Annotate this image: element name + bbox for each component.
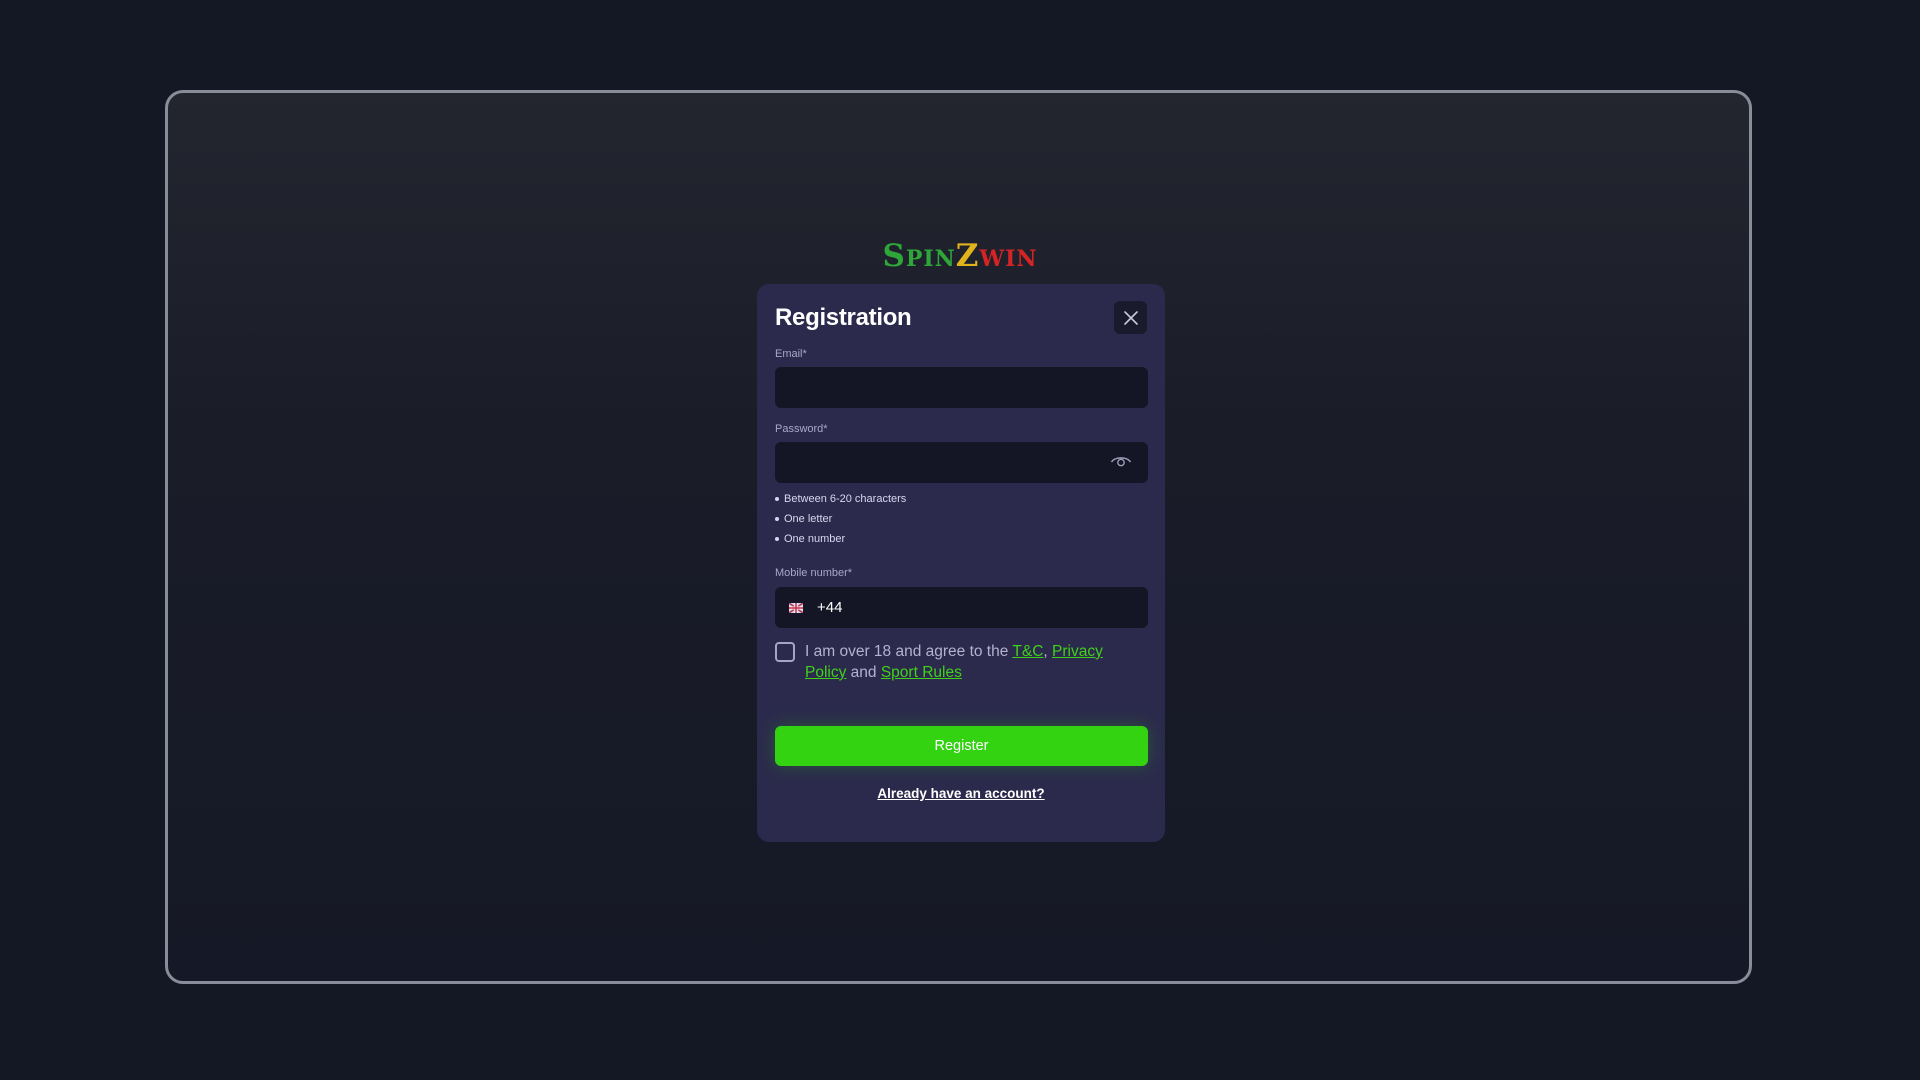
show-password-button[interactable] — [1109, 452, 1133, 470]
password-rules: Between 6-20 characters One letter One n… — [775, 489, 906, 549]
password-rule: One letter — [775, 509, 906, 529]
age-terms-checkbox[interactable] — [775, 642, 795, 662]
close-button[interactable] — [1114, 301, 1147, 334]
spinzwin-logo: SPINZWIN — [882, 238, 1038, 274]
modal-title: Registration — [775, 304, 912, 331]
close-icon — [1123, 310, 1138, 325]
mobile-label: Mobile number* — [775, 567, 853, 579]
password-label: Password* — [775, 423, 828, 435]
sport-rules-link[interactable]: Sport Rules — [881, 664, 962, 681]
email-label: Email* — [775, 348, 807, 360]
uk-flag-icon[interactable] — [789, 602, 803, 613]
tc-link[interactable]: T&C — [1012, 643, 1043, 660]
login-link[interactable]: Already have an account? — [757, 786, 1165, 801]
country-code: +44 — [817, 599, 843, 616]
password-input[interactable] — [775, 442, 1148, 483]
register-button[interactable]: Register — [775, 726, 1148, 766]
agreement-text: I am over 18 and agree to the T&C, Priva… — [805, 643, 1103, 681]
email-input[interactable] — [775, 367, 1148, 408]
eye-icon — [1110, 457, 1132, 467]
password-rule: One number — [775, 529, 906, 549]
mobile-input[interactable]: +44 — [775, 587, 1148, 628]
password-rule: Between 6-20 characters — [775, 489, 906, 509]
registration-modal: Registration Email* Password* Between 6-… — [757, 284, 1165, 842]
